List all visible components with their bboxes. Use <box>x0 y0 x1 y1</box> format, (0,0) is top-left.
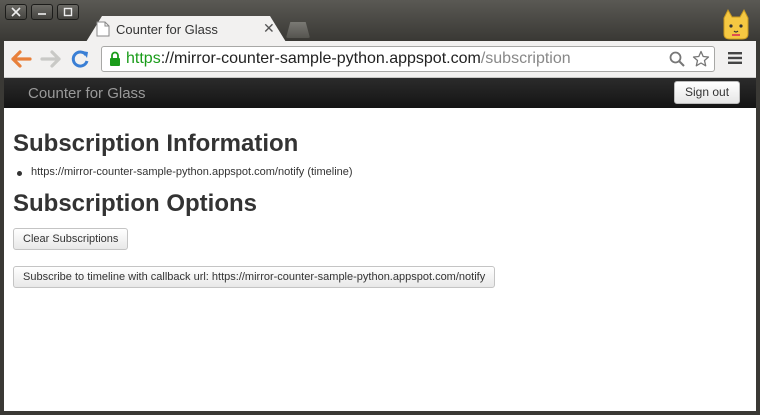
minimize-window-button[interactable] <box>31 4 53 20</box>
minimize-icon <box>38 13 46 15</box>
url-path: /subscription <box>480 50 571 67</box>
brand-link[interactable]: Counter for Glass <box>28 85 146 102</box>
url-separator: :// <box>160 50 175 67</box>
subscribe-timeline-button[interactable]: Subscribe to timeline with callback url:… <box>13 266 496 288</box>
tab-close-icon[interactable]: ✕ <box>263 20 275 37</box>
list-item: https://mirror-counter-sample-python.app… <box>13 166 353 178</box>
window-controls <box>5 4 79 20</box>
search-icon[interactable] <box>668 50 686 68</box>
maximize-window-button[interactable] <box>57 4 79 20</box>
close-icon <box>11 7 21 17</box>
subscription-options-heading: Subscription Options <box>13 190 257 217</box>
bookmark-star-icon[interactable] <box>692 50 710 68</box>
close-window-button[interactable] <box>5 4 27 20</box>
browser-toolbar: https://mirror-counter-sample-python.app… <box>4 41 756 78</box>
forward-arrow-icon[interactable] <box>40 49 62 69</box>
cat-avatar-icon[interactable] <box>720 8 752 40</box>
menu-icon[interactable] <box>728 51 742 65</box>
browser-window: Counter for Glass ✕ https://mirror-count… <box>0 0 760 415</box>
maximize-icon <box>63 7 73 17</box>
secure-lock-icon[interactable] <box>108 51 122 67</box>
address-bar[interactable]: https://mirror-counter-sample-python.app… <box>101 46 715 72</box>
subscription-list: https://mirror-counter-sample-python.app… <box>13 166 353 178</box>
page-icon <box>96 21 110 37</box>
url-host: mirror-counter-sample-python.appspot.com <box>174 50 481 67</box>
back-arrow-icon[interactable] <box>10 49 32 69</box>
clear-subscriptions-button[interactable]: Clear Subscriptions <box>13 228 129 250</box>
url-text: https://mirror-counter-sample-python.app… <box>126 50 571 68</box>
new-tab-button[interactable] <box>286 22 310 38</box>
sign-out-button[interactable]: Sign out <box>674 81 741 104</box>
top-navbar: Counter for Glass Sign out <box>4 78 756 108</box>
page-content: Counter for Glass Sign out Subscription … <box>4 78 756 411</box>
tab-title: Counter for Glass <box>116 22 218 37</box>
subscription-info-heading: Subscription Information <box>13 130 299 157</box>
url-scheme: https <box>126 50 161 67</box>
reload-icon[interactable] <box>70 49 90 69</box>
